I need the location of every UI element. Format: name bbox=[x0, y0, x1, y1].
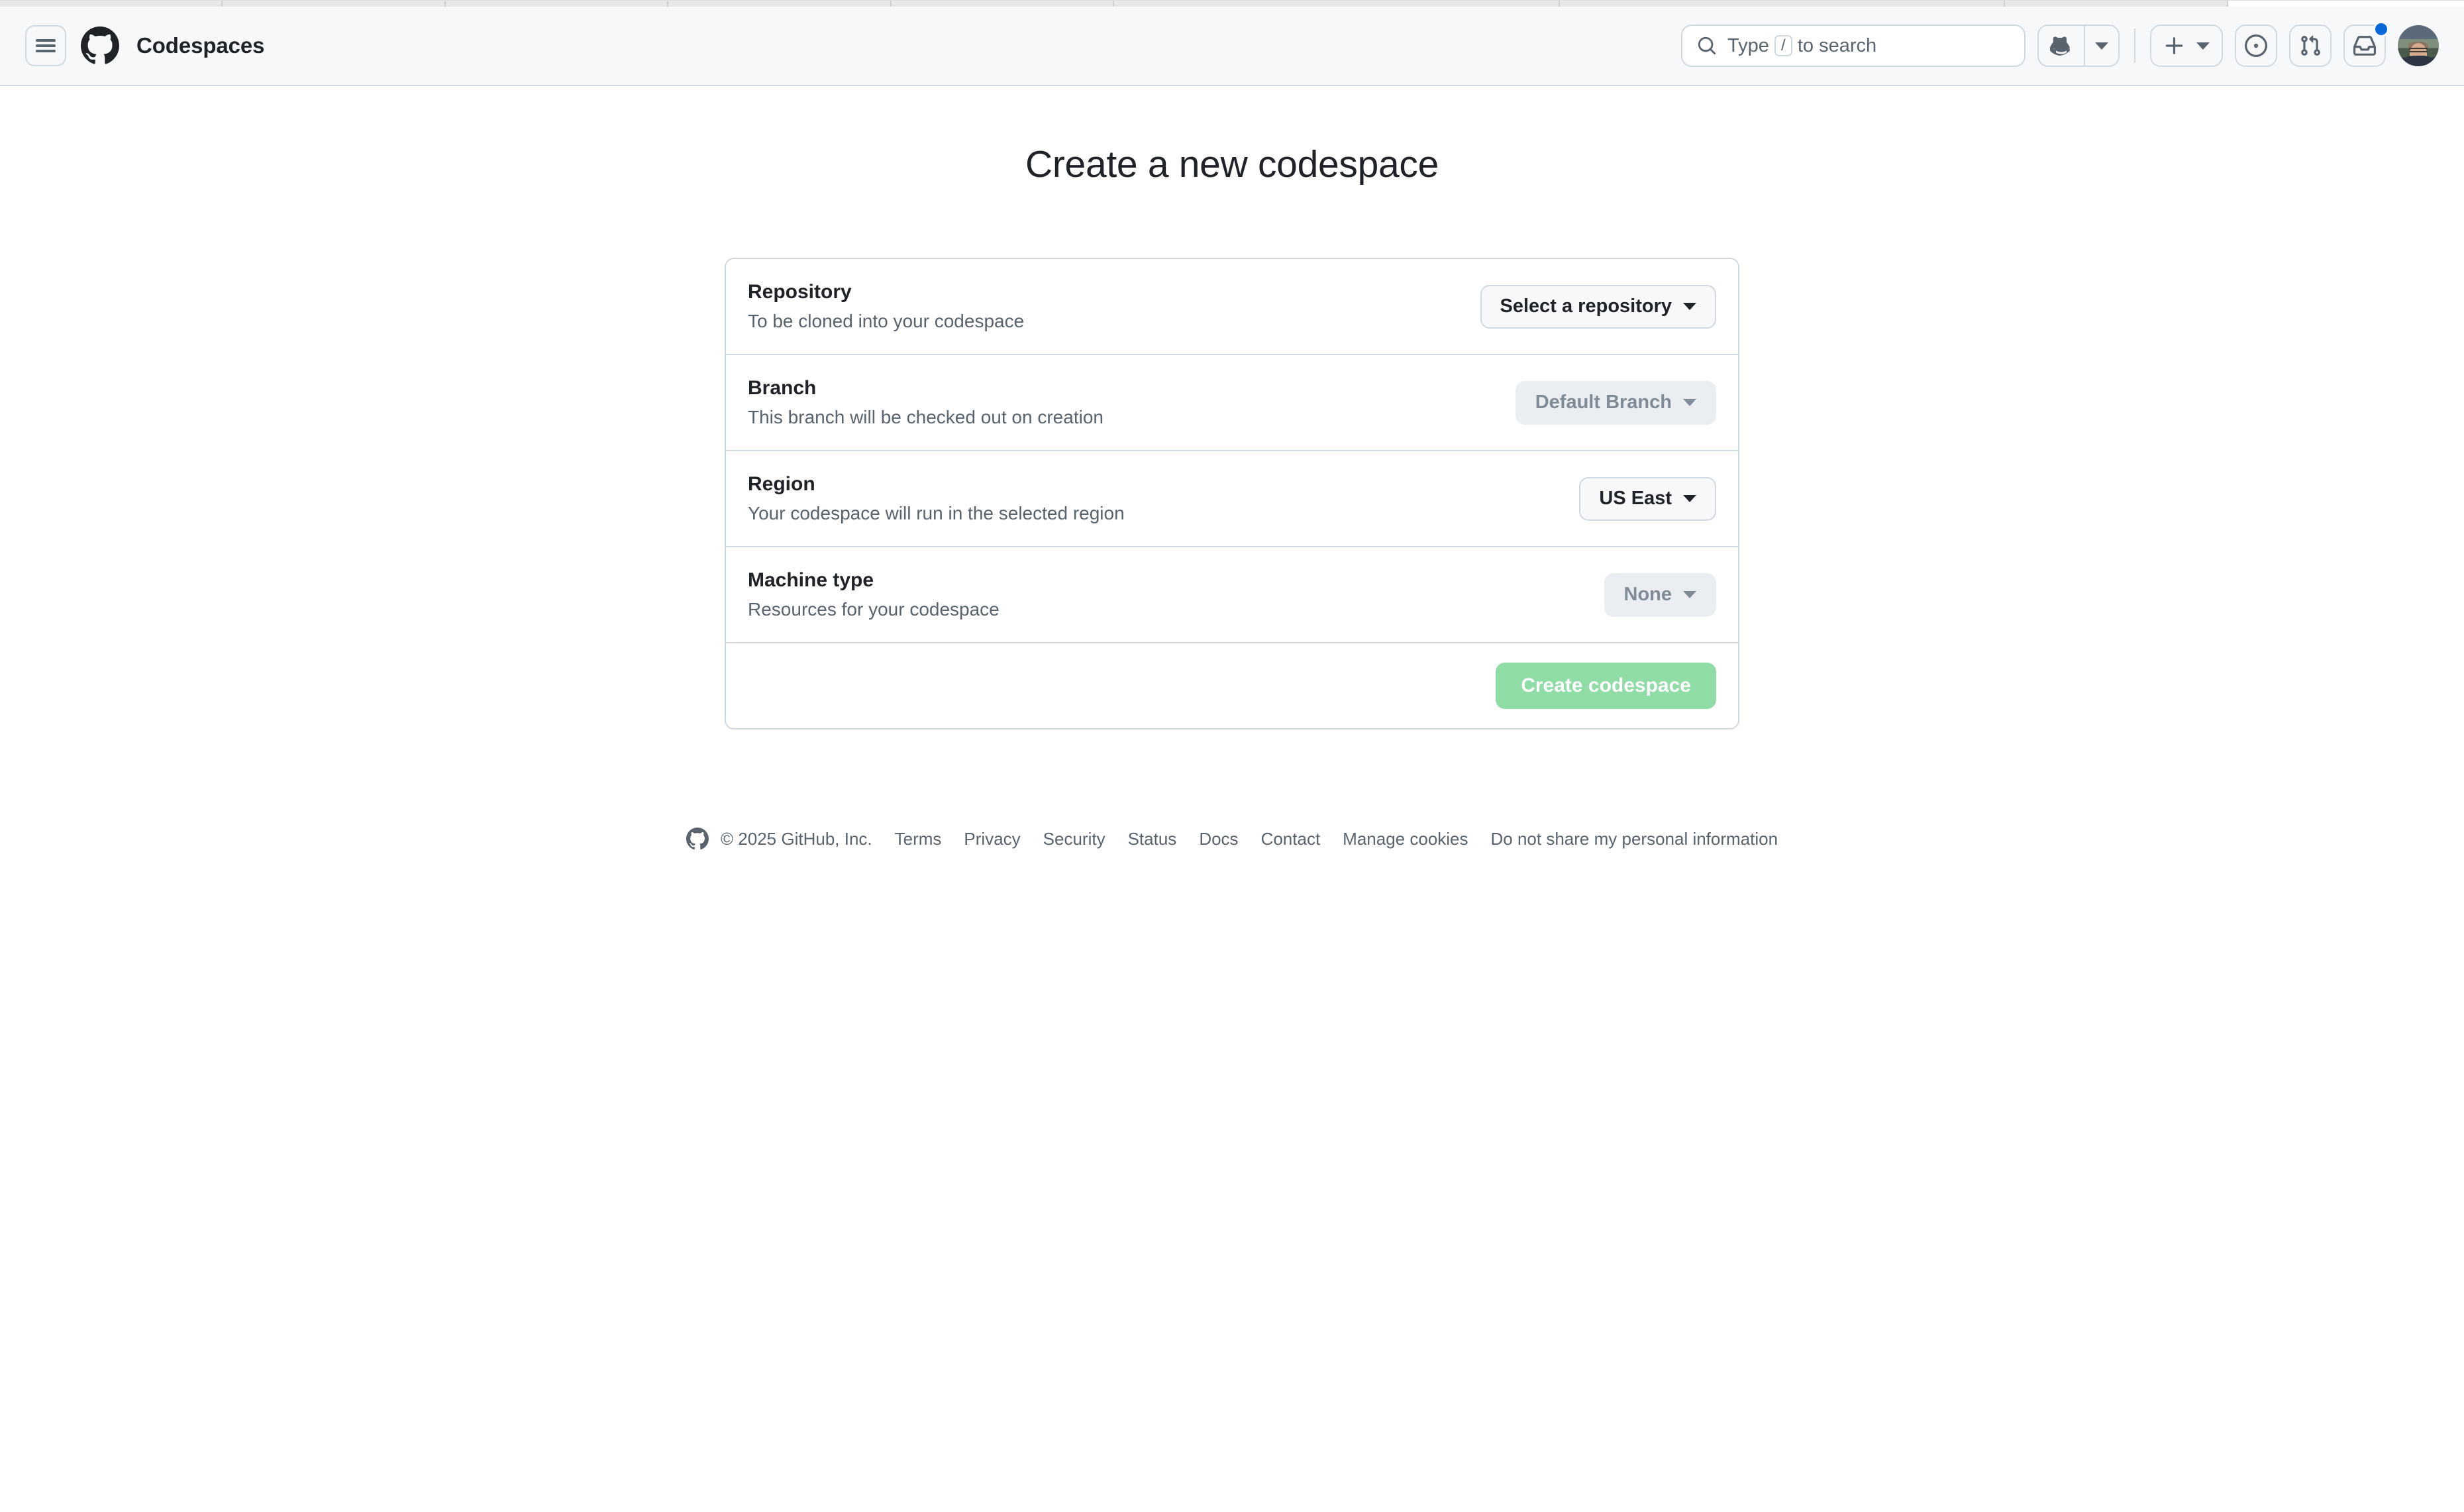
github-mark-icon bbox=[686, 828, 709, 850]
chevron-down-icon bbox=[1683, 399, 1696, 407]
card-actions: Create codespace bbox=[726, 643, 1738, 728]
form-row-branch: Branch This branch will be checked out o… bbox=[726, 355, 1738, 452]
footer-link-privacy[interactable]: Privacy bbox=[964, 829, 1020, 849]
page-context-title[interactable]: Codespaces bbox=[136, 33, 265, 58]
page-viewport: Codespaces Type / to search Create a new… bbox=[0, 7, 2464, 1491]
region-select-button[interactable]: US East bbox=[1579, 476, 1716, 521]
branch-select-label: Default Branch bbox=[1535, 392, 1672, 413]
create-codespace-card: Repository To be cloned into your codesp… bbox=[725, 258, 1739, 730]
create-new-button[interactable] bbox=[2150, 25, 2223, 67]
repository-select-label: Select a repository bbox=[1500, 296, 1672, 317]
create-codespace-button: Create codespace bbox=[1496, 663, 1716, 710]
footer-link-manage-cookies[interactable]: Manage cookies bbox=[1343, 829, 1468, 849]
form-row-title: Repository bbox=[748, 280, 852, 303]
chevron-down-icon bbox=[1683, 303, 1696, 311]
branch-select-button: Default Branch bbox=[1515, 380, 1716, 425]
avatar[interactable] bbox=[2398, 25, 2439, 66]
form-row-description: This branch will be checked out on creat… bbox=[748, 406, 1104, 427]
search-placeholder-text: Type / to search bbox=[1727, 35, 1876, 57]
browser-tab[interactable] bbox=[445, 1, 669, 7]
form-row-title: Branch bbox=[748, 376, 817, 399]
footer-link-do-not-share[interactable]: Do not share my personal information bbox=[1491, 829, 1778, 849]
footer-link-contact[interactable]: Contact bbox=[1261, 829, 1321, 849]
search-suffix: to search bbox=[1797, 34, 1877, 56]
footer-link-docs[interactable]: Docs bbox=[1199, 829, 1238, 849]
inbox-icon[interactable] bbox=[2343, 21, 2389, 67]
footer-link-security[interactable]: Security bbox=[1043, 829, 1105, 849]
repository-select-button[interactable]: Select a repository bbox=[1480, 284, 1716, 329]
git-pull-request-icon[interactable] bbox=[2289, 25, 2332, 67]
form-row-labels: Region Your codespace will run in the se… bbox=[748, 472, 1125, 525]
form-row-machine-type: Machine type Resources for your codespac… bbox=[726, 547, 1738, 644]
machine-type-select-button: None bbox=[1604, 572, 1716, 617]
copilot-icon[interactable] bbox=[2039, 26, 2084, 66]
header-right-group: Type / to search bbox=[1681, 21, 2439, 67]
triangle-down-icon[interactable] bbox=[2084, 26, 2118, 66]
issue-opened-icon[interactable] bbox=[2235, 25, 2277, 67]
global-header: Codespaces Type / to search bbox=[0, 7, 2464, 86]
form-row-description: Resources for your codespace bbox=[748, 598, 1000, 620]
hamburger-icon[interactable] bbox=[25, 25, 66, 66]
form-row-description: Your codespace will run in the selected … bbox=[748, 502, 1125, 523]
main-content: Create a new codespace Repository To be … bbox=[0, 86, 2464, 850]
triangle-down-icon bbox=[2196, 42, 2210, 50]
browser-tab[interactable] bbox=[223, 1, 446, 7]
browser-tab[interactable] bbox=[668, 1, 892, 7]
search-slash-key: / bbox=[1774, 35, 1792, 56]
notification-unread-indicator bbox=[2373, 21, 2389, 37]
header-left-group: Codespaces bbox=[25, 25, 265, 66]
browser-tab[interactable] bbox=[0, 1, 223, 7]
plus-icon bbox=[2163, 34, 2186, 57]
github-mark-icon[interactable] bbox=[81, 27, 119, 65]
footer-link-status[interactable]: Status bbox=[1128, 829, 1177, 849]
browser-tab[interactable] bbox=[1113, 1, 1560, 7]
browser-tab[interactable] bbox=[1559, 1, 2006, 7]
form-row-title: Region bbox=[748, 472, 815, 495]
browser-tab[interactable] bbox=[891, 1, 1114, 7]
chevron-down-icon bbox=[1683, 495, 1696, 503]
header-divider bbox=[2134, 28, 2135, 63]
page-footer: © 2025 GitHub, Inc. Terms Privacy Securi… bbox=[0, 828, 2464, 850]
search-input[interactable]: Type / to search bbox=[1681, 25, 2026, 67]
region-select-label: US East bbox=[1599, 488, 1672, 510]
footer-link-terms[interactable]: Terms bbox=[895, 829, 942, 849]
form-row-labels: Machine type Resources for your codespac… bbox=[748, 568, 1000, 621]
form-row-labels: Branch This branch will be checked out o… bbox=[748, 376, 1104, 429]
browser-tab[interactable] bbox=[2005, 1, 2228, 7]
search-icon bbox=[1697, 36, 1717, 56]
page-title: Create a new codespace bbox=[1025, 143, 1439, 186]
form-row-description: To be cloned into your codespace bbox=[748, 310, 1025, 331]
footer-copyright: © 2025 GitHub, Inc. bbox=[720, 828, 872, 849]
machine-type-select-label: None bbox=[1623, 584, 1672, 606]
form-row-labels: Repository To be cloned into your codesp… bbox=[748, 280, 1024, 333]
chevron-down-icon bbox=[1683, 591, 1696, 599]
search-prefix: Type bbox=[1727, 34, 1769, 56]
form-row-region: Region Your codespace will run in the se… bbox=[726, 451, 1738, 548]
browser-tab-strip bbox=[0, 0, 2464, 7]
browser-tab-active[interactable] bbox=[2228, 1, 2464, 7]
copilot-split-button bbox=[2037, 25, 2120, 67]
form-row-title: Machine type bbox=[748, 568, 874, 591]
form-row-repository: Repository To be cloned into your codesp… bbox=[726, 259, 1738, 356]
